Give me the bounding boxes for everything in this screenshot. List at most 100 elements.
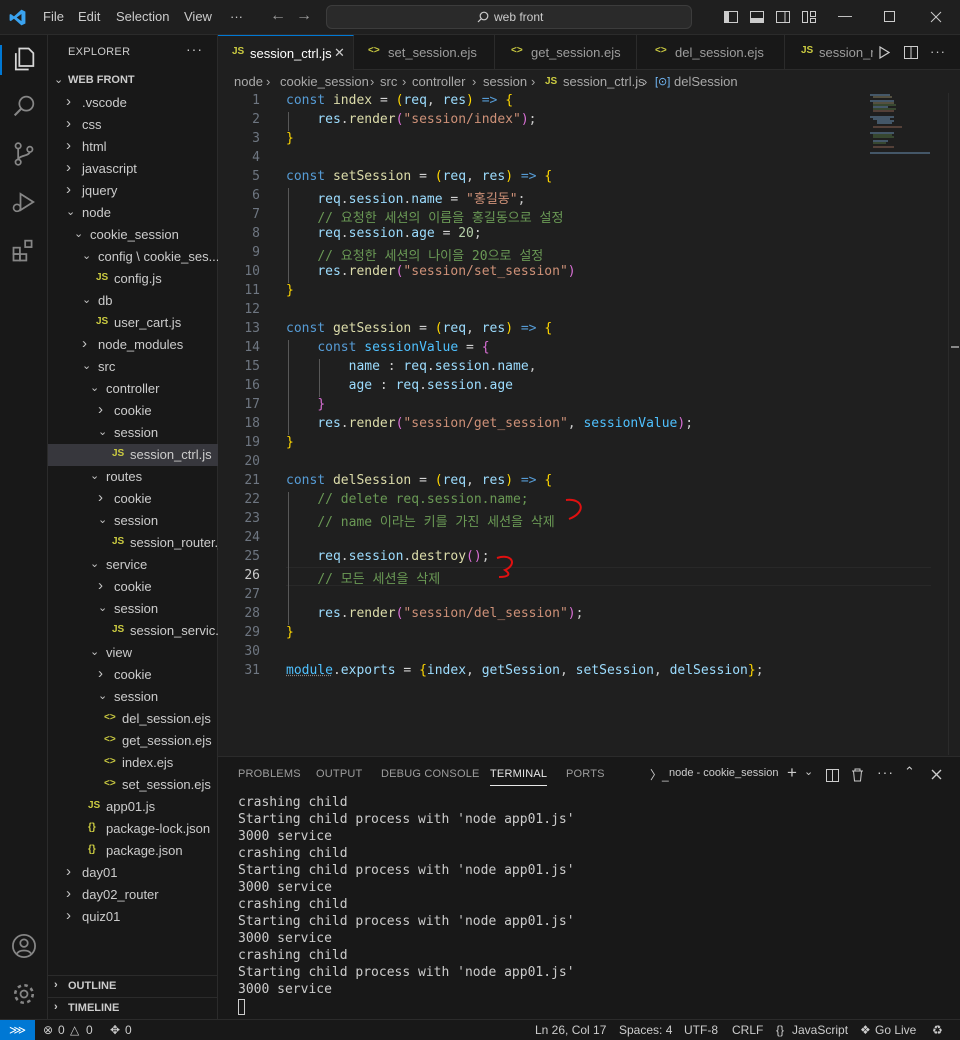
file-item[interactable]: JS config.js xyxy=(48,268,218,290)
terminal-dropdown-chevron-icon[interactable]: ⌄ xyxy=(804,765,813,778)
folder-item[interactable]: ⌄ config \ cookie_ses... xyxy=(48,246,218,268)
go-live[interactable]: Go Live xyxy=(875,1023,916,1037)
menu-file[interactable]: File xyxy=(43,9,64,24)
minimap[interactable] xyxy=(868,93,948,173)
more-actions-icon[interactable]: ··· xyxy=(877,764,894,780)
breadcrumb-node[interactable]: node xyxy=(234,74,263,89)
menu-more[interactable]: ··· xyxy=(230,9,243,24)
warning-count[interactable]: 0 xyxy=(86,1023,93,1037)
explorer-files-icon[interactable] xyxy=(10,45,38,73)
go-live-icon[interactable]: ❖ xyxy=(860,1023,871,1037)
file-item[interactable]: JS app01.js xyxy=(48,796,218,818)
tab-session-ctrl[interactable]: JS session_ctrl.js ✕ xyxy=(218,35,354,70)
end-of-line[interactable]: CRLF xyxy=(732,1023,763,1037)
tab-ports[interactable]: PORTS xyxy=(566,768,605,780)
breadcrumb-cookie-session[interactable]: cookie_session xyxy=(280,74,369,89)
maximize-panel-chevron-up-icon[interactable]: ⌃ xyxy=(904,764,915,780)
account-icon[interactable] xyxy=(10,932,38,960)
folder-item[interactable]: ⌄ session xyxy=(48,686,218,708)
folder-item[interactable]: › quiz01 xyxy=(48,906,218,928)
settings-gear-icon[interactable] xyxy=(10,980,38,1008)
folder-item[interactable]: › javascript xyxy=(48,158,218,180)
folder-item[interactable]: ⌄ db xyxy=(48,290,218,312)
file-item[interactable]: JS session_ctrl.js xyxy=(48,444,218,466)
close-tab-icon[interactable]: ✕ xyxy=(334,45,345,61)
ports-broadcast-icon[interactable]: ✥ xyxy=(110,1023,120,1037)
outline-section[interactable]: › OUTLINE xyxy=(48,975,218,997)
maximize-icon[interactable] xyxy=(884,11,895,22)
error-count[interactable]: 0 xyxy=(58,1023,65,1037)
file-item[interactable]: <> get_session.ejs xyxy=(48,730,218,752)
terminal-name[interactable]: node - cookie_session xyxy=(669,767,778,779)
search-icon[interactable] xyxy=(10,92,38,120)
tab-session-router[interactable]: JS session_r xyxy=(785,35,873,70)
source-control-icon[interactable] xyxy=(10,140,38,168)
run-file-icon[interactable] xyxy=(878,46,890,59)
minimize-icon[interactable]: — xyxy=(838,7,852,23)
toggle-secondary-sidebar-icon[interactable] xyxy=(775,9,791,25)
explorer-more-button[interactable]: ··· xyxy=(186,41,203,57)
editor-scrollbar[interactable] xyxy=(948,93,960,755)
folder-item[interactable]: ⌄ routes xyxy=(48,466,218,488)
folder-item[interactable]: ⌄ src xyxy=(48,356,218,378)
notifications-bell-icon[interactable]: ♻ xyxy=(932,1023,943,1037)
toggle-primary-sidebar-icon[interactable] xyxy=(723,9,739,25)
split-terminal-icon[interactable] xyxy=(826,769,839,782)
folder-item[interactable]: › cookie xyxy=(48,488,218,510)
folder-item[interactable]: ⌄ session xyxy=(48,510,218,532)
workspace-root[interactable]: ⌄ WEB FRONT xyxy=(48,70,218,92)
folder-item[interactable]: › .vscode xyxy=(48,92,218,114)
close-panel-icon[interactable] xyxy=(931,769,942,780)
tab-terminal[interactable]: TERMINAL xyxy=(490,768,547,786)
command-center-search[interactable]: web front xyxy=(326,5,692,29)
code-editor[interactable]: 1 2 3 4 5 6 7 8 9 10 11 12 13 14 15 16 17 18 19 20 21 22 23 24 2… xyxy=(218,93,948,755)
folder-item[interactable]: ⌄ node xyxy=(48,202,218,224)
folder-item[interactable]: › jquery xyxy=(48,180,218,202)
back-arrow-icon[interactable]: ← xyxy=(270,7,286,25)
menu-view[interactable]: View xyxy=(184,9,212,24)
tab-output[interactable]: OUTPUT xyxy=(316,768,362,780)
folder-item[interactable]: › cookie xyxy=(48,400,218,422)
forward-arrow-icon[interactable]: → xyxy=(296,7,312,25)
ports-count[interactable]: 0 xyxy=(125,1023,132,1037)
tab-problems[interactable]: PROBLEMS xyxy=(238,768,301,780)
extensions-icon[interactable] xyxy=(10,236,38,264)
close-window-icon[interactable] xyxy=(930,11,942,23)
breadcrumb-file[interactable]: session_ctrl.js xyxy=(563,74,645,89)
folder-item[interactable]: › html xyxy=(48,136,218,158)
file-item[interactable]: JS session_router.js xyxy=(48,532,218,554)
folder-item[interactable]: ⌄ session xyxy=(48,598,218,620)
breadcrumb-src[interactable]: src xyxy=(380,74,397,89)
language-mode[interactable]: JavaScript xyxy=(792,1023,848,1037)
folder-item[interactable]: ⌄ service xyxy=(48,554,218,576)
customize-layout-icon[interactable] xyxy=(801,9,817,25)
indentation[interactable]: Spaces: 4 xyxy=(619,1023,672,1037)
folder-item[interactable]: › cookie xyxy=(48,664,218,686)
tab-del-session[interactable]: <> del_session.ejs xyxy=(637,35,785,70)
folder-item[interactable]: ⌄ cookie_session xyxy=(48,224,218,246)
file-item[interactable]: <> del_session.ejs xyxy=(48,708,218,730)
menu-edit[interactable]: Edit xyxy=(78,9,100,24)
run-debug-icon[interactable] xyxy=(10,188,38,216)
cursor-position[interactable]: Ln 26, Col 17 xyxy=(535,1023,606,1037)
vscode-logo-icon[interactable] xyxy=(8,8,27,27)
encoding[interactable]: UTF-8 xyxy=(684,1023,718,1037)
file-item[interactable]: JS session_servic... xyxy=(48,620,218,642)
tab-debug-console[interactable]: DEBUG CONSOLE xyxy=(381,768,480,780)
warnings-icon[interactable]: △ xyxy=(70,1023,79,1037)
folder-item[interactable]: ⌄ view xyxy=(48,642,218,664)
menu-selection[interactable]: Selection xyxy=(116,9,169,24)
folder-item[interactable]: ⌄ controller xyxy=(48,378,218,400)
split-editor-icon[interactable] xyxy=(904,46,918,59)
more-actions-icon[interactable]: ··· xyxy=(930,44,946,59)
folder-item[interactable]: › cookie xyxy=(48,576,218,598)
tab-get-session[interactable]: <> get_session.ejs xyxy=(495,35,637,70)
file-item[interactable]: JS user_cart.js xyxy=(48,312,218,334)
tab-set-session[interactable]: <> set_session.ejs xyxy=(354,35,495,70)
new-terminal-plus-icon[interactable]: + xyxy=(787,763,797,783)
remote-indicator-icon[interactable]: ⋙ xyxy=(0,1020,35,1040)
trash-icon[interactable] xyxy=(851,768,864,782)
folder-item[interactable]: ⌄ session xyxy=(48,422,218,444)
file-item[interactable]: {} package-lock.json xyxy=(48,818,218,840)
file-item[interactable]: <> index.ejs xyxy=(48,752,218,774)
